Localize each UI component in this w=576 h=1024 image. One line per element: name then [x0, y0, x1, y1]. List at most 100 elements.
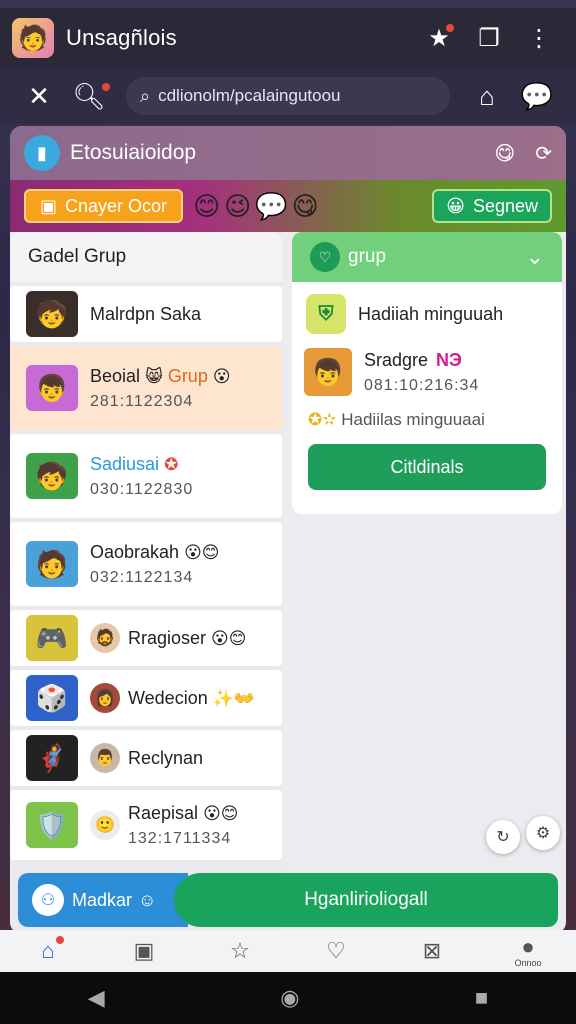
chat-icon[interactable]: 💬 [512, 81, 562, 112]
action-right-button[interactable]: Hganlirioliogall [174, 873, 558, 927]
back-icon[interactable]: ◀ [88, 985, 105, 1011]
sparkle-icon: ✨👐 [212, 688, 256, 708]
avatar: 🧔 [90, 623, 120, 653]
settings-icon[interactable]: ⚙ [526, 816, 560, 850]
search-icon[interactable]: 🔍︎ [64, 81, 114, 112]
main-card: ▮ Etosuiaioidop 😋 ⟳ ▣ Cnayer Ocor 😊😉💬😋 😀… [10, 126, 566, 934]
banner-left-button[interactable]: ▣ Cnayer Ocor [24, 189, 184, 223]
list-item-name: Wedecion ✨👐 [128, 688, 255, 709]
emoji-icon: 😮😊 [203, 803, 239, 823]
nav-profile-icon[interactable]: ● Onnoo [498, 934, 558, 968]
list-item[interactable]: 🧒 Sadiusai ✪ 030:1122830 [10, 434, 282, 518]
list-item-name: Sadiusai ✪ [90, 454, 193, 475]
avatar: 🙂 [90, 810, 120, 840]
reward-user[interactable]: 👦 Sradgre NЭ 081:10:216:34 [292, 338, 562, 406]
list-item-name: Rragioser 😮😊 [128, 628, 247, 649]
refresh-icon[interactable]: ⟳ [535, 141, 552, 166]
claim-button[interactable]: Citldinals [308, 444, 546, 490]
item-name: Raepisal [128, 802, 199, 823]
home-icon[interactable]: ⌂ [462, 81, 512, 112]
list-item-time: 132:1711334 [128, 829, 232, 847]
action-left-button[interactable]: ⚇ Madkar ☺ [18, 873, 188, 927]
system-nav: ◀ ◉ ■ [0, 972, 576, 1024]
close-icon[interactable]: ✕ [14, 81, 64, 112]
group-list-title: Gadel Grup [10, 232, 282, 282]
reward-user-time: 081:10:216:34 [364, 376, 480, 394]
list-item[interactable]: 🛡️ 🙂 Raepisal 😮😊 132:1711334 [10, 790, 282, 860]
banner-right-button[interactable]: 😀 Segnew [432, 189, 552, 223]
bookmark-icon: ▮ [24, 135, 60, 171]
list-item-text: Sadiusai ✪ 030:1122830 [90, 454, 193, 499]
list-item[interactable]: 🧑 Oaobrakah 😮😊 032:1122134 [10, 522, 282, 606]
item-name: Oaobrakah [90, 541, 180, 562]
list-item-time: 030:1122830 [90, 480, 194, 498]
banner: ▣ Cnayer Ocor 😊😉💬😋 😀 Segnew [10, 180, 566, 232]
banner-right-label: Segnew [472, 195, 538, 216]
list-item[interactable]: 🎮 🧔 Rragioser 😮😊 [10, 610, 282, 666]
emoji-icon: 😮 [212, 366, 231, 386]
action-bar: ⚇ Madkar ☺ Hganlirioliogall [18, 873, 558, 927]
more-icon[interactable]: ⋮ [514, 24, 564, 53]
list-item[interactable]: 🧒 Malrdpn Saka [10, 286, 282, 342]
list-item-name: Raepisal 😮😊 [128, 803, 239, 824]
list-item-text: Oaobrakah 😮😊 032:1122134 [90, 542, 220, 587]
avatar: 🧑 [26, 541, 78, 587]
window-icon[interactable]: ❐ [464, 24, 514, 53]
home-circle-icon[interactable]: ◉ [280, 985, 299, 1011]
list-item-name: Oaobrakah 😮😊 [90, 542, 220, 563]
reward-panel-title: grup [348, 246, 387, 267]
gift-icon: ⛨ [306, 294, 346, 334]
nav-heart-icon[interactable]: ♡ [306, 938, 366, 964]
emoji-icon[interactable]: 😋 [494, 141, 515, 166]
reward-row: ⛨ Hadiiah minguuah [292, 282, 562, 338]
reward-subtitle: ✪✫ Hadiilas minguuaai [292, 406, 562, 434]
bottom-nav: ⌂ ▣ ☆ ♡ ⊠ ● Onnoo [0, 930, 576, 972]
reward-user-name: Sradgre NЭ [364, 350, 479, 371]
game-thumbnail: 🦸 [26, 735, 78, 781]
smile-icon: 😀 [446, 195, 465, 216]
item-name: Beoial [90, 365, 141, 386]
list-item-text: Wedecion ✨👐 [128, 688, 255, 709]
item-name: Sadiusai [90, 453, 160, 474]
magnifier-icon: ⌕ [140, 85, 151, 106]
list-item-name: Reclynan [128, 747, 204, 768]
notification-dot [102, 82, 110, 91]
avatar: 🧒 [26, 291, 78, 337]
user-name: Sradgre [364, 349, 429, 370]
emoji-icon: 😮😊 [184, 542, 220, 562]
emoji-icon: 😮😊 [211, 628, 247, 648]
item-name-accent: Grup [167, 365, 208, 386]
avatar: 👨 [90, 743, 120, 773]
search-row: ✕ 🔍︎ ⌕ cdlionolm/pcalaingutoou ⌂ 💬 [0, 68, 576, 124]
list-item-active[interactable]: 👦 Beoial 😸 Grup 😮 281:1122304 [10, 346, 282, 430]
flag-icon: ▣ [40, 195, 58, 216]
avatar: 👦 [26, 365, 78, 411]
avatar: 🧒 [26, 453, 78, 499]
action-left-label: Madkar [72, 889, 133, 910]
nav-box-icon[interactable]: ⊠ [402, 938, 462, 964]
notification-dot [56, 936, 64, 944]
nav-star-icon[interactable]: ☆ [210, 938, 270, 964]
list-item[interactable]: 🎲 👩 Wedecion ✨👐 [10, 670, 282, 726]
avatar: 👩 [90, 683, 120, 713]
nav-home-icon[interactable]: ⌂ [18, 936, 78, 964]
user-badge: NЭ [436, 349, 462, 370]
reward-user-text: Sradgre NЭ 081:10:216:34 [364, 350, 479, 395]
chevron-down-icon[interactable]: ⌄ [526, 244, 544, 270]
list-item-time: 032:1122134 [90, 568, 194, 586]
recents-icon[interactable]: ■ [475, 985, 488, 1011]
nav-book-icon[interactable]: ▣ [114, 938, 174, 964]
reward-title: Hadiiah minguuah [358, 303, 504, 324]
card-header: ▮ Etosuiaioidop 😋 ⟳ [10, 126, 566, 180]
item-name: Rragioser [128, 627, 207, 648]
search-input[interactable]: ⌕ cdlionolm/pcalaingutoou [126, 77, 450, 115]
list-item-text: Rragioser 😮😊 [128, 628, 247, 649]
banner-left-label: Cnayer Ocor [65, 195, 168, 216]
star-icon[interactable]: ★ [414, 23, 464, 53]
refresh-icon[interactable]: ↻ [486, 820, 520, 854]
badge-icon: ✪ [164, 454, 179, 474]
profile-avatar[interactable]: 🧑 [12, 18, 54, 58]
group-list-panel: Gadel Grup 🧒 Malrdpn Saka 👦 Beoial 😸 Gru… [10, 232, 282, 934]
reward-subtitle-text: Hadiilas minguuaai [341, 410, 485, 429]
list-item[interactable]: 🦸 👨 Reclynan [10, 730, 282, 786]
